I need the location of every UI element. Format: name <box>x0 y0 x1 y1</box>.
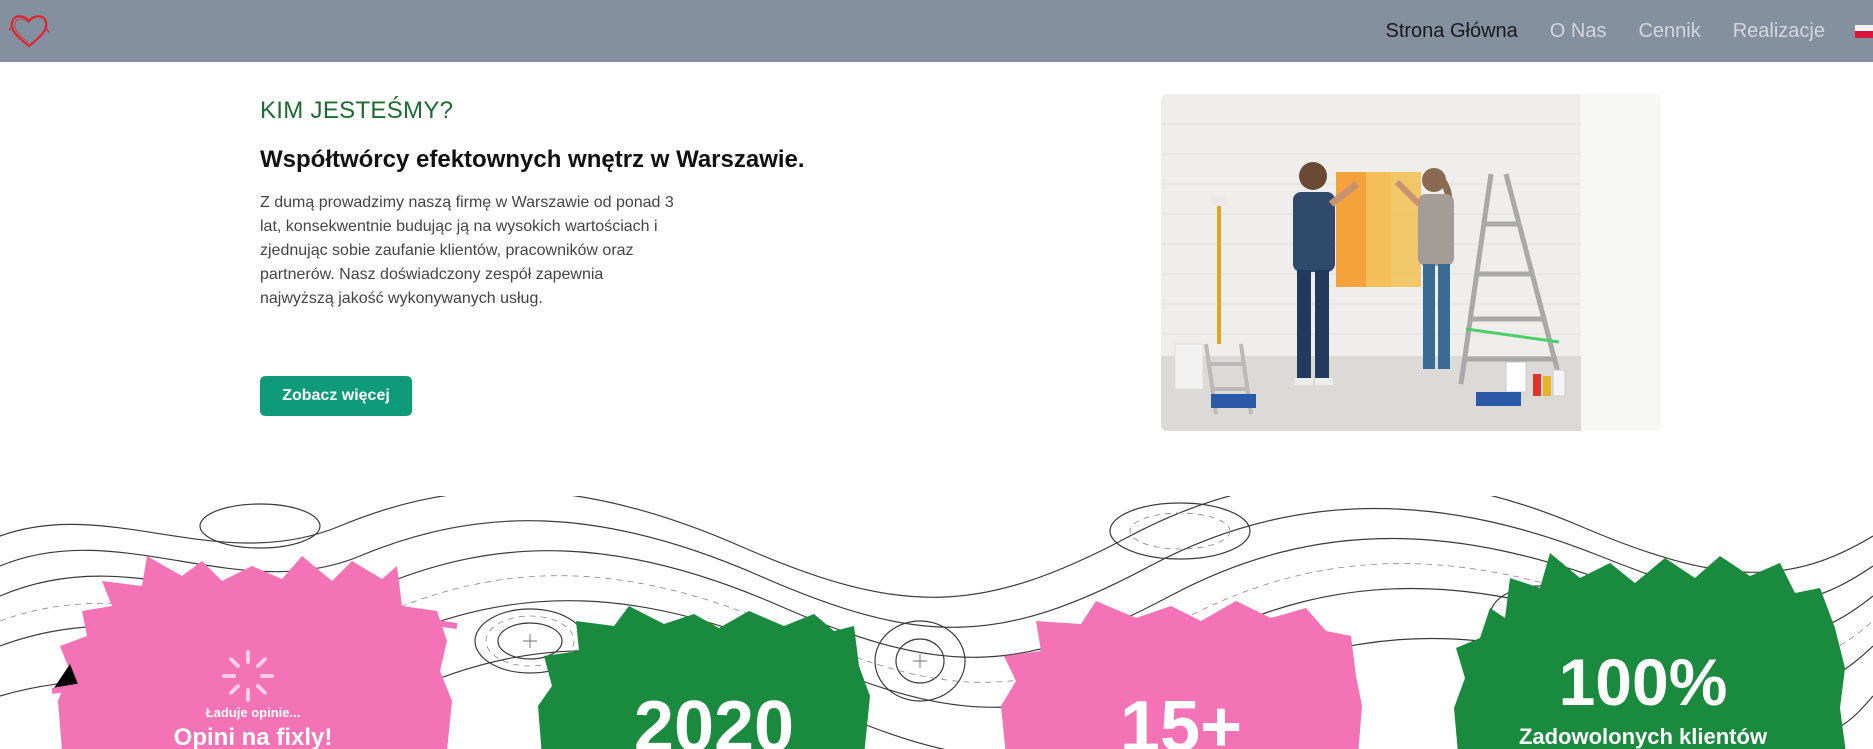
painters-illustration <box>1161 94 1661 431</box>
hero-photo <box>1161 94 1661 431</box>
section-kicker: KIM JESTEŚMY? <box>260 97 454 124</box>
nav-home[interactable]: Strona Główna <box>1385 20 1517 43</box>
see-more-button[interactable]: Zobacz więcej <box>260 376 412 416</box>
nav-about[interactable]: O Nas <box>1550 20 1607 43</box>
main-nav: Strona Główna O Nas Cennik Realizacje <box>1353 0 1873 62</box>
satisfaction-value: 100% <box>1558 645 1728 719</box>
nav-projects[interactable]: Realizacje <box>1733 20 1825 43</box>
reviews-title[interactable]: Opini na fixly! <box>123 724 383 749</box>
about-paragraph: Z dumą prowadzimy naszą firmę w Warszawi… <box>260 194 674 307</box>
stats-band: Ładuje opinie... Opini na fixly! 2020 15… <box>0 496 1873 749</box>
satisfaction-label: Zadowolonych klientów <box>1518 724 1768 749</box>
loading-reviews-text: Ładuje opinie... <box>205 705 301 720</box>
section-headline: Współtwórcy efektownych wnętrz w Warszaw… <box>260 146 805 173</box>
projects-count: 15+ <box>1119 687 1243 749</box>
heart-icon[interactable] <box>8 12 50 50</box>
loading-spinner-icon <box>222 650 274 702</box>
nav-pricing[interactable]: Cennik <box>1638 20 1700 43</box>
founded-year: 2020 <box>633 687 795 749</box>
top-navbar: Strona Główna O Nas Cennik Realizacje <box>0 0 1873 62</box>
polish-flag-icon[interactable] <box>1855 24 1873 38</box>
